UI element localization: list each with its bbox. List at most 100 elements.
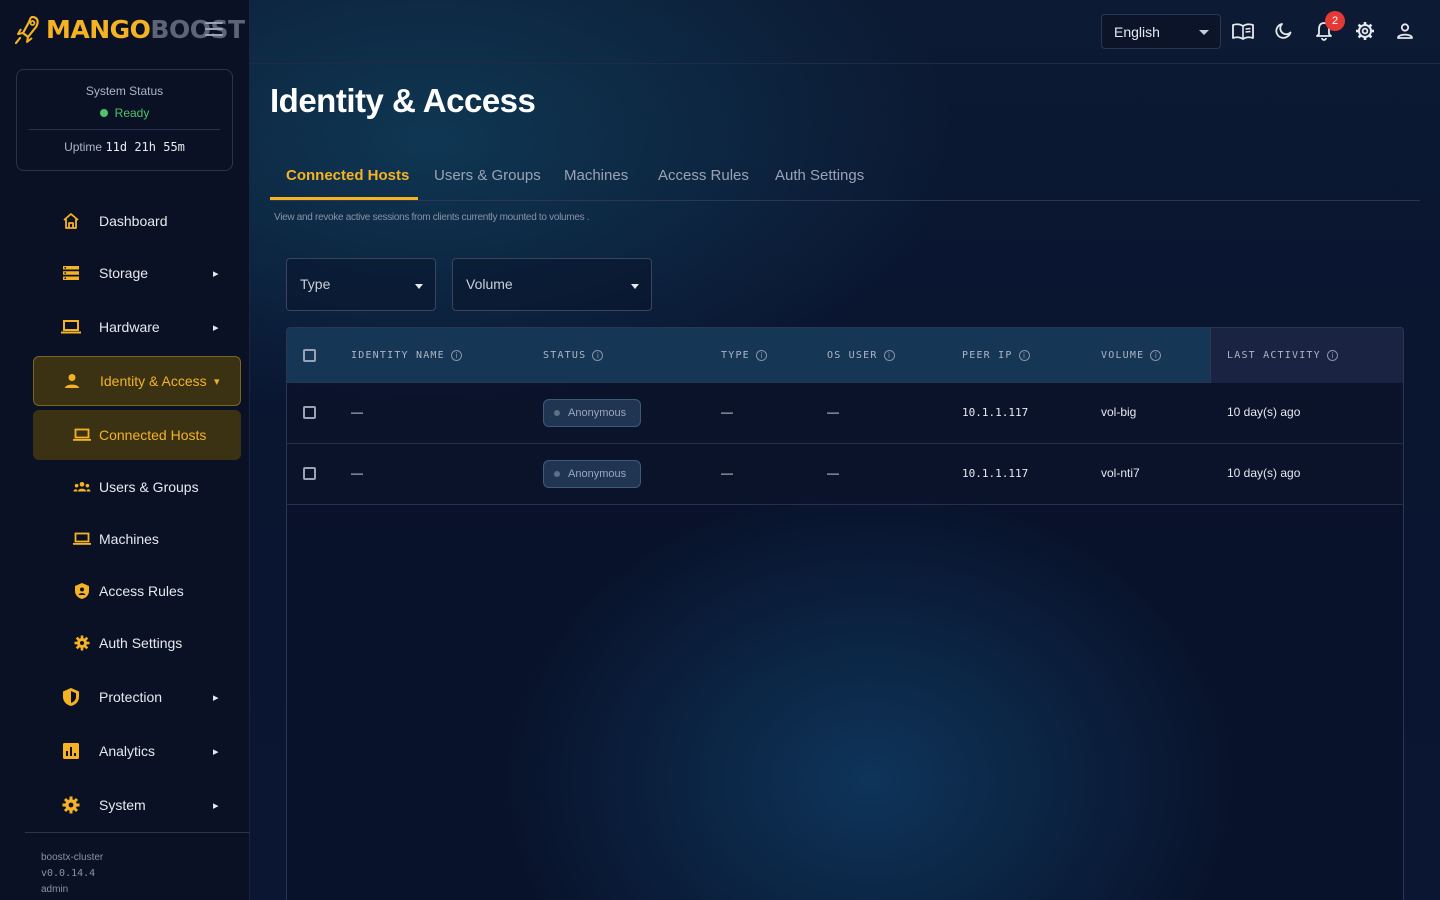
nav-protection-label: Protection <box>99 689 163 705</box>
nav-storage-label: Storage <box>99 265 149 281</box>
user-icon[interactable] <box>1394 20 1416 42</box>
nav-storage[interactable]: Storage ▸ <box>33 251 241 295</box>
nav-protection[interactable]: Protection ▸ <box>33 675 241 719</box>
rocket-icon <box>14 15 39 45</box>
nav-identity-access-label: Identity & Access <box>100 373 207 389</box>
system-status-state: Ready <box>17 106 232 120</box>
chevron-right-icon: ▸ <box>213 267 219 280</box>
row-checkbox[interactable] <box>303 406 316 419</box>
uptime-label: Uptime <box>64 140 103 154</box>
current-user: admin <box>41 884 69 895</box>
column-header-volume[interactable]: VOLUME i <box>1101 350 1162 361</box>
info-icon[interactable]: i <box>883 350 895 361</box>
tab-bar: Connected Hosts Users & Groups Machines … <box>270 152 1420 201</box>
column-header-label: VOLUME <box>1101 350 1145 361</box>
column-header-identity-name[interactable]: IDENTITY NAME i <box>351 350 462 361</box>
person-icon <box>62 371 82 391</box>
chevron-right-icon: ▸ <box>213 745 219 758</box>
chevron-right-icon: ▸ <box>213 321 219 334</box>
table-row[interactable]: — Anonymous — — 10.1.1.117 vol-big 10 da… <box>287 383 1403 444</box>
cell-volume: vol-big <box>1101 405 1137 419</box>
tab-auth-settings[interactable]: Auth Settings <box>775 167 864 184</box>
status-dot-icon <box>554 471 560 477</box>
sidebar-item-auth-settings-label: Auth Settings <box>99 635 183 651</box>
sidebar-item-auth-settings[interactable]: Auth Settings <box>33 618 241 668</box>
tab-access-rules[interactable]: Access Rules <box>658 167 749 184</box>
volume-filter-select[interactable]: Volume <box>452 258 652 311</box>
column-header-label: LAST ACTIVITY <box>1227 350 1321 361</box>
laptop-icon <box>61 317 81 337</box>
moon-icon[interactable] <box>1273 20 1295 42</box>
cell-identity-name: — <box>351 405 363 419</box>
shield-icon <box>61 687 81 707</box>
page-subtitle: View and revoke active sessions from cli… <box>274 212 590 223</box>
group-icon <box>73 478 91 496</box>
info-icon[interactable]: i <box>755 350 767 361</box>
system-status-value: Ready <box>114 106 150 120</box>
cell-type: — <box>721 466 733 480</box>
column-header-os-user[interactable]: OS USER i <box>827 350 895 361</box>
sidebar-item-machines[interactable]: Machines <box>33 514 241 564</box>
nav-system[interactable]: System ▸ <box>33 783 241 827</box>
tab-connected-hosts[interactable]: Connected Hosts <box>286 167 409 184</box>
column-header-status[interactable]: STATUS i <box>543 350 604 361</box>
nav-hardware[interactable]: Hardware ▸ <box>33 305 241 349</box>
type-filter-label: Type <box>300 276 331 292</box>
language-value: English <box>1114 24 1160 40</box>
cell-type: — <box>721 405 733 419</box>
column-header-peer-ip[interactable]: PEER IP i <box>962 350 1030 361</box>
top-bar: English 2 <box>250 0 1440 64</box>
info-icon[interactable]: i <box>592 350 604 361</box>
column-header-label: PEER IP <box>962 350 1013 361</box>
info-icon[interactable]: i <box>1150 350 1162 361</box>
sidebar-footer: boostx-cluster v0.0.14.4 admin <box>25 832 250 895</box>
gear-icon[interactable] <box>1354 20 1376 42</box>
nav-dashboard-label: Dashboard <box>99 213 168 229</box>
divider <box>29 129 220 130</box>
language-select[interactable]: English <box>1101 14 1221 49</box>
select-all-checkbox[interactable] <box>303 349 316 362</box>
connected-hosts-table: IDENTITY NAME i STATUS i TYPE i OS USER i PE… <box>286 327 1404 900</box>
book-icon[interactable] <box>1232 20 1254 42</box>
nav-system-label: System <box>99 797 146 813</box>
brand-part-mango: MANGO <box>46 15 151 44</box>
row-checkbox[interactable] <box>303 467 316 480</box>
cell-identity-name: — <box>351 466 363 480</box>
column-header-last-activity[interactable]: LAST ACTIVITY i <box>1227 350 1338 361</box>
column-header-label: IDENTITY NAME <box>351 350 445 361</box>
cell-volume: vol-nti7 <box>1101 466 1140 480</box>
menu-toggle-icon[interactable] <box>205 22 223 38</box>
nav-analytics[interactable]: Analytics ▸ <box>33 729 241 773</box>
sidebar-item-users-groups[interactable]: Users & Groups <box>33 462 241 512</box>
active-tab-indicator <box>270 197 418 200</box>
cell-peer-ip: 10.1.1.117 <box>962 406 1029 419</box>
type-filter-select[interactable]: Type <box>286 258 436 311</box>
system-status-title: System Status <box>85 84 164 98</box>
nav-dashboard[interactable]: Dashboard <box>33 199 241 243</box>
cluster-name: boostx-cluster <box>41 852 104 863</box>
cell-peer-ip: 10.1.1.117 <box>962 467 1029 480</box>
status-badge-label: Anonymous <box>568 468 627 480</box>
cell-last-activity: 10 day(s) ago <box>1227 466 1301 480</box>
table-header: IDENTITY NAME i STATUS i TYPE i OS USER i PE… <box>287 328 1403 383</box>
info-icon[interactable]: i <box>1018 350 1030 361</box>
sidebar-item-connected-hosts[interactable]: Connected Hosts <box>33 410 241 460</box>
tab-machines[interactable]: Machines <box>564 167 628 184</box>
table-row[interactable]: — Anonymous — — 10.1.1.117 vol-nti7 10 d… <box>287 444 1403 505</box>
shield-icon <box>73 582 91 600</box>
info-icon[interactable]: i <box>1326 350 1338 361</box>
sidebar-item-machines-label: Machines <box>99 531 159 547</box>
chevron-down-icon: ▾ <box>214 375 220 388</box>
column-header-label: STATUS <box>543 350 587 361</box>
cell-os-user: — <box>827 405 839 419</box>
tab-users-groups[interactable]: Users & Groups <box>434 167 541 184</box>
sidebar: MANGOBOOST System Status Ready Uptime 11… <box>0 0 250 900</box>
sidebar-item-access-rules[interactable]: Access Rules <box>33 566 241 616</box>
nav-identity-access[interactable]: Identity & Access ▾ <box>33 356 241 406</box>
version: v0.0.14.4 <box>41 868 96 879</box>
info-icon[interactable]: i <box>450 350 462 361</box>
sidebar-item-users-groups-label: Users & Groups <box>99 479 199 495</box>
status-badge: Anonymous <box>543 399 641 427</box>
column-header-type[interactable]: TYPE i <box>721 350 767 361</box>
page-title: Identity & Access <box>270 82 536 119</box>
